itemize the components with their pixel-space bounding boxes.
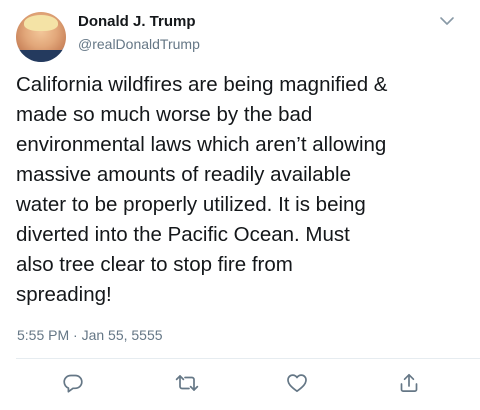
avatar-hair — [24, 15, 58, 31]
retweet-button[interactable] — [175, 372, 199, 394]
heart-icon — [287, 374, 307, 393]
share-icon — [400, 373, 418, 392]
tweet-text: California wildfires are being magnified… — [16, 73, 388, 306]
tweet-card: Donald J. Trump @realDonaldTrump Califor… — [0, 0, 480, 410]
author-handle[interactable]: @realDonaldTrump — [78, 36, 200, 52]
reply-icon — [63, 374, 83, 393]
tweet-timestamp[interactable]: 5:55 PM · Jan 55, 5555 — [17, 327, 163, 343]
avatar-shirt — [16, 50, 66, 62]
retweet-icon — [175, 375, 199, 391]
divider — [16, 358, 480, 359]
avatar[interactable] — [16, 12, 66, 62]
like-button[interactable] — [286, 372, 308, 394]
reply-button[interactable] — [62, 372, 84, 394]
author-name[interactable]: Donald J. Trump — [78, 13, 196, 30]
chevron-down-icon[interactable] — [438, 14, 456, 28]
share-button[interactable] — [398, 372, 420, 394]
